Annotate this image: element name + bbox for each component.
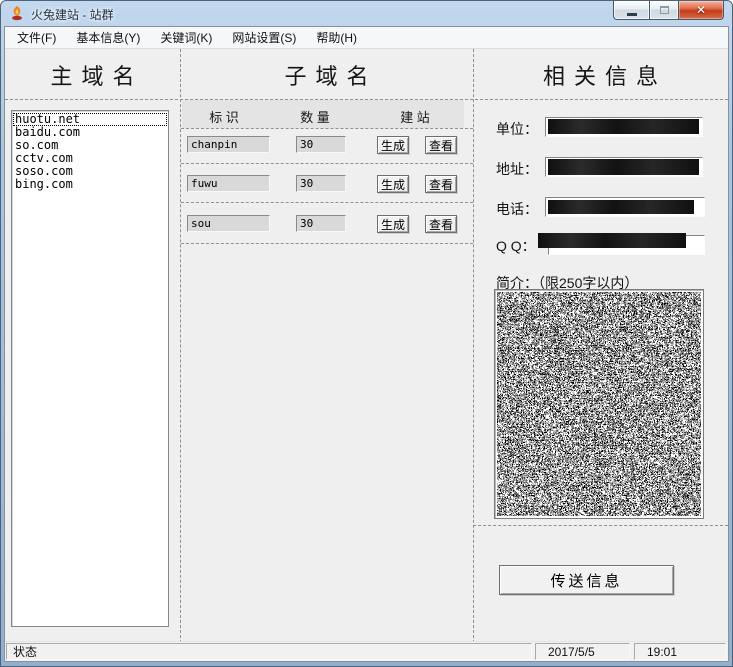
date-text: 2017/5/5: [548, 645, 595, 659]
menu-item-file[interactable]: 文件(F): [7, 26, 66, 49]
workspace: 主域名 子域名 相关信息 huotu.net baidu.com so.com …: [5, 49, 728, 641]
header-build: 建 站: [385, 107, 445, 126]
header-count: 数 量: [285, 107, 345, 126]
qq-label: Q Q：: [496, 236, 536, 256]
list-item-domain[interactable]: bing.com: [13, 178, 167, 191]
maximize-icon: [660, 6, 669, 14]
close-button[interactable]: ✕: [678, 1, 724, 20]
sub-domain-title: 子域名: [180, 59, 473, 91]
app-window: 火兔建站 - 站群 ✕ 文件(F) 基本信息(Y) 关键词(K) 网站设置(S)…: [0, 0, 733, 667]
menu-item-help[interactable]: 帮助(H): [306, 26, 367, 49]
phone-label: 电话：: [496, 199, 538, 219]
generate-button[interactable]: 生成: [377, 136, 409, 154]
sub-domain-row: 生成 查看: [181, 128, 473, 163]
menubar: 文件(F) 基本信息(Y) 关键词(K) 网站设置(S) 帮助(H): [5, 27, 728, 49]
qq-redaction-bar: [538, 233, 686, 248]
titlebar[interactable]: 火兔建站 - 站群 ✕: [1, 1, 732, 26]
minimize-icon: [627, 13, 637, 16]
menu-item-site-settings[interactable]: 网站设置(S): [222, 26, 306, 49]
date-panel: 2017/5/5: [535, 643, 630, 660]
subdomain-id-input[interactable]: [187, 175, 270, 192]
view-button[interactable]: 查看: [425, 215, 457, 233]
address-redaction-bar: [548, 159, 699, 175]
status-text: 状态: [13, 643, 37, 660]
window-title: 火兔建站 - 站群: [31, 6, 114, 23]
subdomain-count-input[interactable]: [296, 215, 346, 232]
info-title: 相关信息: [473, 59, 728, 91]
status-panel: 状态: [6, 643, 532, 660]
phone-redaction-bar: [548, 200, 694, 214]
app-body: 文件(F) 基本信息(Y) 关键词(K) 网站设置(S) 帮助(H) 主域名 子…: [4, 26, 729, 662]
subrow-divider-4: [181, 243, 473, 244]
generate-button[interactable]: 生成: [377, 175, 409, 193]
unit-label: 单位：: [496, 119, 538, 139]
info-section-divider: [473, 525, 728, 526]
subdomain-id-input[interactable]: [187, 136, 270, 153]
intro-textarea[interactable]: [494, 289, 704, 519]
close-icon: ✕: [696, 3, 706, 17]
subdomain-id-input[interactable]: [187, 215, 270, 232]
statusbar: 状态 2017/5/5 19:01: [5, 641, 728, 661]
sub-domain-row: 生成 查看: [181, 202, 473, 243]
column-divider-2: [473, 49, 474, 641]
unit-redaction-bar: [548, 119, 699, 134]
sub-domain-row: 生成 查看: [181, 163, 473, 202]
app-icon: [9, 5, 25, 21]
menu-item-basic-info[interactable]: 基本信息(Y): [66, 26, 150, 49]
menu-item-keywords[interactable]: 关键词(K): [150, 26, 222, 49]
subdomain-count-input[interactable]: [296, 136, 346, 153]
header-id: 标 识: [194, 107, 254, 126]
window-controls: ✕: [613, 1, 724, 20]
view-button[interactable]: 查看: [425, 136, 457, 154]
time-panel: 19:01: [634, 643, 726, 660]
main-domain-listbox: huotu.net baidu.com so.com cctv.com soso…: [11, 110, 169, 627]
sub-domain-header-band: 标 识 数 量 建 站: [182, 100, 464, 128]
main-domain-title: 主域名: [5, 59, 180, 91]
view-button[interactable]: 查看: [425, 175, 457, 193]
send-info-button[interactable]: 传送信息: [499, 565, 674, 595]
subdomain-count-input[interactable]: [296, 175, 346, 192]
time-text: 19:01: [647, 645, 677, 659]
maximize-button[interactable]: [649, 1, 678, 20]
generate-button[interactable]: 生成: [377, 215, 409, 233]
minimize-button[interactable]: [613, 1, 649, 20]
address-label: 地址：: [496, 159, 538, 179]
intro-redaction-noise: [497, 292, 701, 516]
